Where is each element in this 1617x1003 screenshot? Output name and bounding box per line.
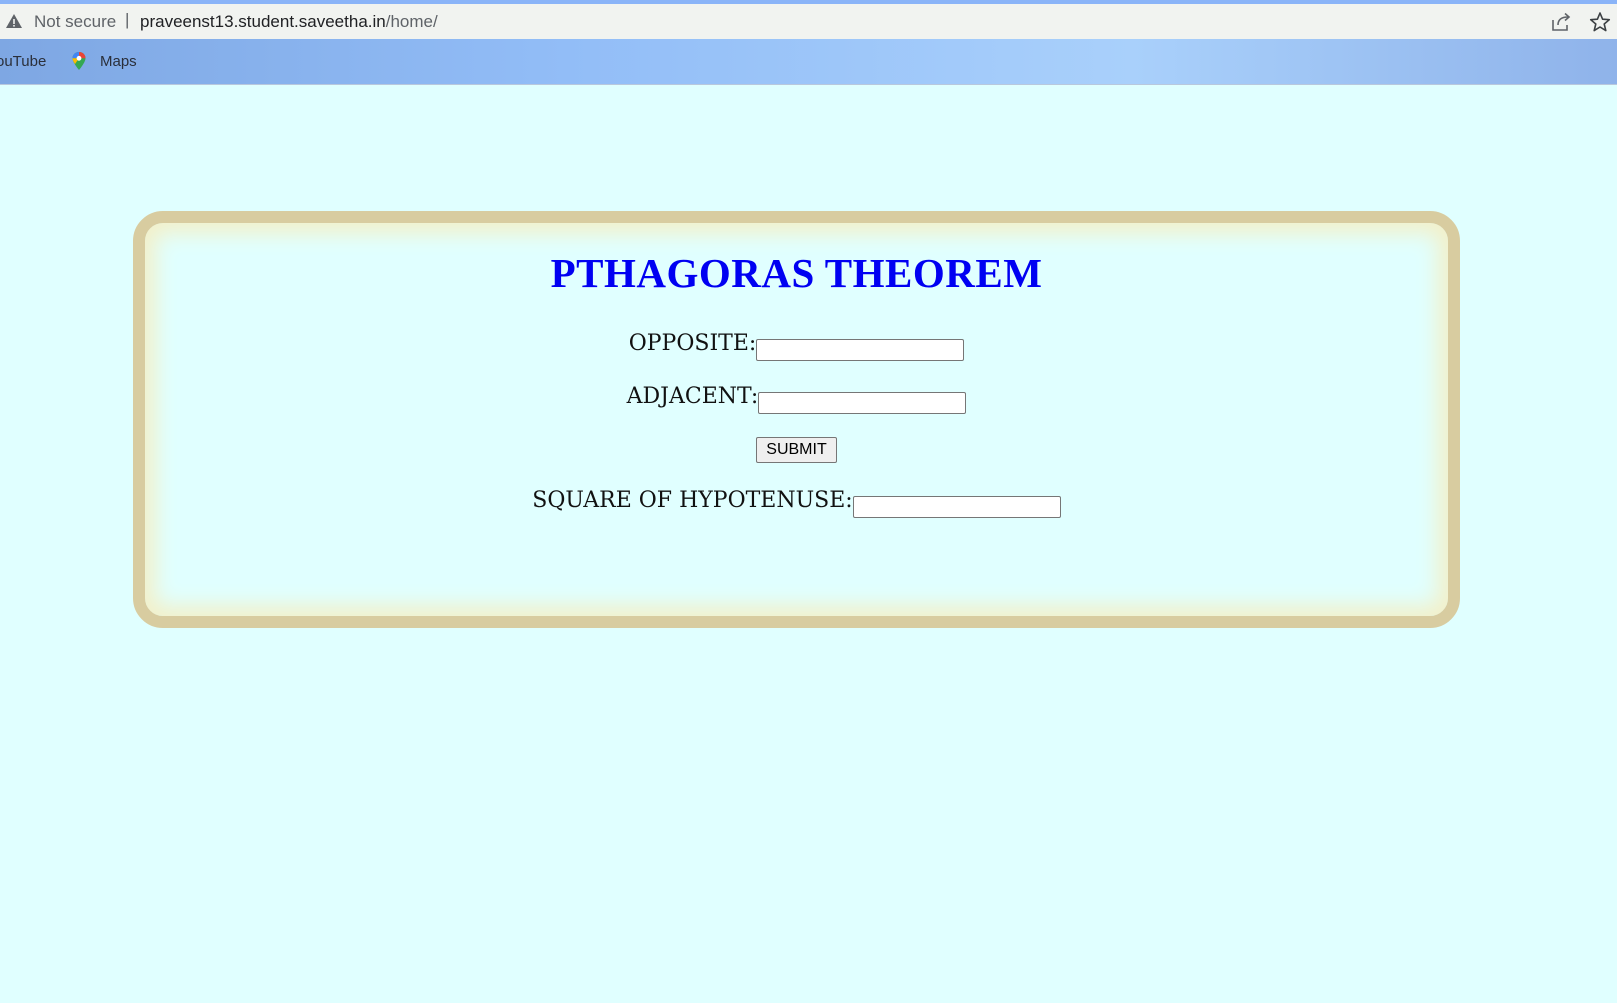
share-icon[interactable]	[1550, 12, 1572, 32]
address-separator: |	[125, 10, 130, 29]
adjacent-row: ADJACENT:	[145, 384, 1448, 414]
form-card: PTHAGORAS THEOREM OPPOSITE: ADJACENT: SU…	[133, 211, 1460, 628]
opposite-label: OPPOSITE:	[628, 331, 757, 356]
bookmark-maps[interactable]: Maps	[100, 53, 137, 70]
maps-icon[interactable]	[71, 51, 87, 71]
page-content: PTHAGORAS THEOREM OPPOSITE: ADJACENT: SU…	[0, 85, 1617, 1003]
url-text[interactable]: praveenst13.student.saveetha.in/home/	[140, 12, 438, 32]
hypotenuse-row: SQUARE OF HYPOTENUSE:	[145, 488, 1448, 518]
adjacent-input[interactable]	[758, 392, 967, 414]
bookmarks-bar: ouTube Maps	[0, 39, 1617, 85]
submit-row: SUBMIT	[145, 437, 1448, 463]
adjacent-label: ADJACENT:	[626, 384, 759, 409]
security-label[interactable]: Not secure	[34, 12, 116, 32]
url-host: praveenst13.student.saveetha.in	[140, 12, 386, 31]
page-title: PTHAGORAS THEOREM	[550, 250, 1043, 296]
hypotenuse-output[interactable]	[852, 496, 1061, 518]
hypotenuse-label: SQUARE OF HYPOTENUSE:	[532, 488, 853, 513]
bookmark-star-icon[interactable]	[1589, 11, 1611, 33]
opposite-row: OPPOSITE:	[145, 331, 1448, 361]
url-path: /home/	[385, 12, 438, 31]
opposite-input[interactable]	[756, 339, 965, 361]
submit-button[interactable]: SUBMIT	[756, 437, 837, 463]
bookmark-youtube[interactable]: ouTube	[0, 53, 46, 70]
warning-icon[interactable]	[5, 12, 23, 30]
address-bar[interactable]: Not secure | praveenst13.student.saveeth…	[0, 4, 1617, 39]
